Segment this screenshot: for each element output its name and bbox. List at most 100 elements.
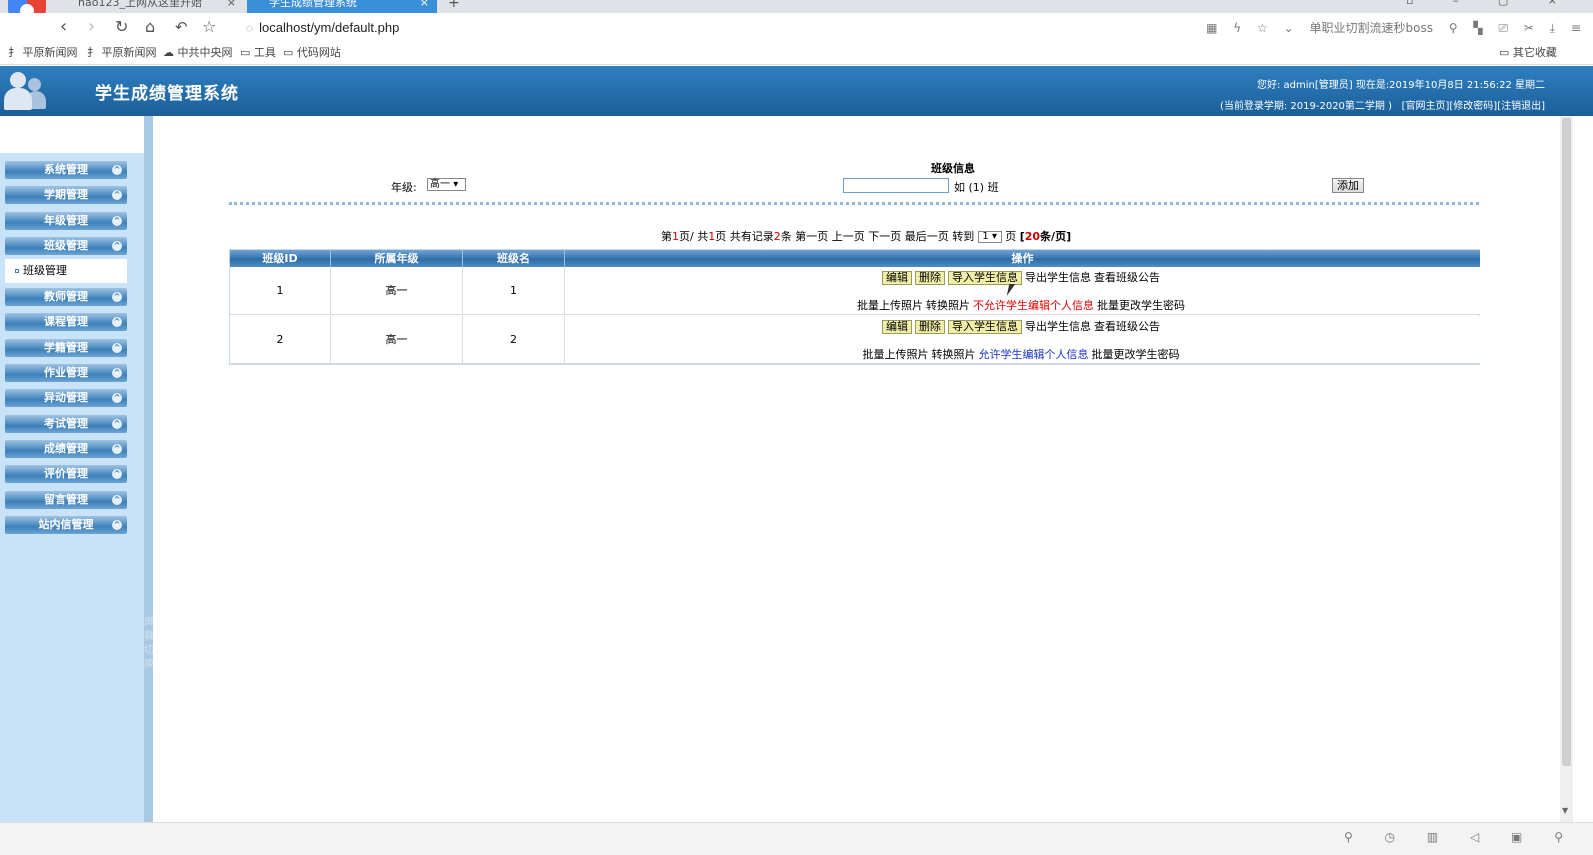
- edit-button[interactable]: 编辑: [882, 271, 912, 285]
- sidebar-toggle-divider[interactable]: 屏幕切换: [144, 116, 154, 822]
- menu-message[interactable]: 留言管理 ^: [5, 491, 127, 509]
- security-shield-icon: ◌: [246, 21, 254, 35]
- change-password-link[interactable]: [修改密码]: [1449, 101, 1497, 112]
- menu-change[interactable]: 异动管理 ^: [5, 389, 127, 407]
- edit-permission-toggle[interactable]: 不允许学生编辑个人信息: [973, 299, 1094, 312]
- scissors-icon[interactable]: ✂: [1524, 21, 1534, 35]
- table-row: 1 高一 1 编辑 删除 导入学生信息 导出学生信息 查看班级公告 批量上传照片 转换照片…: [230, 267, 1480, 315]
- header-grade: 所属年级: [331, 250, 463, 267]
- cell-class-name: 1: [463, 267, 565, 315]
- export-students-link[interactable]: 导出学生信息: [1025, 271, 1091, 284]
- screen-switch-label: 屏幕切换: [144, 617, 154, 670]
- browser-tab-hao123[interactable]: hao123_上网从这里开始 ×: [56, 0, 244, 13]
- logout-link[interactable]: [注销退出]: [1497, 101, 1545, 112]
- menu-homework[interactable]: 作业管理 ^: [5, 364, 127, 382]
- last-page-link[interactable]: 最后一页: [905, 230, 949, 243]
- menu-inbox[interactable]: 站内信管理 ^: [5, 516, 127, 534]
- bookmark-star-icon[interactable]: ☆: [202, 15, 216, 39]
- convert-photo-link[interactable]: 转换照片: [932, 348, 976, 361]
- menu-system[interactable]: 系统管理 ^: [5, 161, 127, 179]
- menu-course[interactable]: 课程管理 ^: [5, 313, 127, 331]
- view-notice-link[interactable]: 查看班级公告: [1094, 320, 1160, 333]
- chevron-up-icon: ^: [112, 444, 122, 454]
- qr-icon[interactable]: ▦: [1206, 21, 1217, 35]
- first-page-link[interactable]: 第一页: [795, 230, 828, 243]
- system-title: 学生成绩管理系统: [95, 84, 239, 104]
- bookmark-item[interactable]: ⺘ 平原新闻网: [87, 43, 157, 63]
- extension-link[interactable]: 单职业切割流速秒boss: [1309, 21, 1432, 35]
- undo-icon[interactable]: ↶: [175, 15, 188, 39]
- window-controls[interactable]: ▫ – ▢ ×: [1406, 0, 1575, 7]
- address-bar[interactable]: ◌ localhost/ym/default.php: [246, 18, 1146, 38]
- forward-icon[interactable]: ›: [88, 15, 95, 39]
- download-icon[interactable]: ⤓: [1550, 21, 1555, 35]
- import-students-button[interactable]: 导入学生信息: [948, 271, 1022, 285]
- chevron-up-icon: ^: [112, 292, 122, 302]
- batch-upload-photo-link[interactable]: 批量上传照片: [857, 299, 923, 312]
- bookmark-folder[interactable]: ▭ 工具: [240, 43, 276, 63]
- search-icon[interactable]: ⚲: [1449, 21, 1458, 35]
- apps-icon[interactable]: ▚: [1473, 21, 1482, 35]
- menu-teacher[interactable]: 教师管理 ^: [5, 288, 127, 306]
- menu-semester[interactable]: 学期管理 ^: [5, 186, 127, 204]
- screenshot-icon[interactable]: ⎚: [1498, 21, 1508, 35]
- table-row: 2 高一 2 编辑 删除 导入学生信息 导出学生信息 查看班级公告 批量上传照片 转换照片…: [230, 316, 1480, 364]
- export-students-link[interactable]: 导出学生信息: [1025, 320, 1091, 333]
- class-name-input[interactable]: [843, 178, 949, 193]
- edit-permission-toggle[interactable]: 允许学生编辑个人信息: [979, 348, 1089, 361]
- status-icons[interactable]: ⚲ ◷ ▥ ◁ ▣ ⚲: [1344, 830, 1577, 844]
- menu-exam[interactable]: 考试管理 ^: [5, 415, 127, 433]
- chevron-up-icon: ^: [112, 469, 122, 479]
- bookmark-item[interactable]: ☁ 中共中央网: [163, 43, 233, 63]
- grade-select[interactable]: 高一 ▾: [427, 178, 466, 191]
- main-content: 班级信息 年级: 高一 ▾ 如 (1) 班 添加 第1页/ 共1页 共有记录2条…: [153, 116, 1560, 822]
- scrollbar-thumb[interactable]: [1562, 118, 1571, 766]
- dropdown-icon[interactable]: ⌄: [1284, 21, 1294, 35]
- menu-grade[interactable]: 年级管理 ^: [5, 212, 127, 230]
- menu-score[interactable]: 成绩管理 ^: [5, 440, 127, 458]
- add-button[interactable]: 添加: [1332, 178, 1364, 193]
- view-notice-link[interactable]: 查看班级公告: [1094, 271, 1160, 284]
- delete-button[interactable]: 删除: [915, 271, 945, 285]
- convert-photo-link[interactable]: 转换照片: [926, 299, 970, 312]
- tab-label: 学生成绩管理系统: [269, 0, 357, 9]
- current-page: 1: [672, 230, 679, 243]
- browser-tab-active[interactable]: 学生成绩管理系统 ×: [247, 0, 437, 13]
- chevron-up-icon: ^: [112, 368, 122, 378]
- chevron-up-icon: ^: [112, 520, 122, 530]
- app-header: 学生成绩管理系统 您好: admin[管理员] 现在是:2019年10月8日 2…: [0, 66, 1593, 116]
- menu-class[interactable]: 班级管理 ^: [5, 237, 127, 255]
- page-title: 班级信息: [931, 162, 975, 175]
- tab-label: hao123_上网从这里开始: [78, 0, 202, 9]
- import-students-button[interactable]: 导入学生信息: [948, 320, 1022, 334]
- bookmark-folder[interactable]: ▭ 代码网站: [283, 43, 341, 63]
- home-link[interactable]: [官网主页]: [1402, 101, 1450, 112]
- batch-password-link[interactable]: 批量更改学生密码: [1092, 348, 1180, 361]
- favorite-icon[interactable]: ☆: [1257, 21, 1268, 35]
- scroll-down-arrow-icon[interactable]: ▼: [1562, 806, 1568, 815]
- tab-close-icon[interactable]: ×: [227, 0, 236, 11]
- menu-icon[interactable]: ≡: [1571, 21, 1581, 35]
- next-page-link[interactable]: 下一页: [868, 230, 901, 243]
- reload-icon[interactable]: ↻: [115, 15, 128, 39]
- other-bookmarks-folder[interactable]: ▭ 其它收藏: [1499, 43, 1557, 63]
- grade-label: 年级:: [391, 181, 417, 194]
- batch-password-link[interactable]: 批量更改学生密码: [1097, 299, 1185, 312]
- delete-button[interactable]: 删除: [915, 320, 945, 334]
- pagination: 第1页/ 共1页 共有记录2条 第一页 上一页 下一页 最后一页 转到 1 ▾ …: [661, 230, 1072, 243]
- bookmark-item[interactable]: ⺘ 平原新闻网: [8, 43, 78, 63]
- new-tab-button[interactable]: +: [448, 0, 460, 11]
- user-info: 您好: admin[管理员] 现在是:2019年10月8日 21:56:22 星…: [1220, 75, 1545, 117]
- menu-evaluation[interactable]: 评价管理 ^: [5, 465, 127, 483]
- batch-upload-photo-link[interactable]: 批量上传照片: [863, 348, 929, 361]
- back-icon[interactable]: ‹: [60, 15, 67, 39]
- edit-button[interactable]: 编辑: [882, 320, 912, 334]
- submenu-class-management[interactable]: 班级管理: [5, 259, 127, 283]
- menu-student-record[interactable]: 学籍管理 ^: [5, 339, 127, 357]
- prev-page-link[interactable]: 上一页: [832, 230, 865, 243]
- header-actions: 操作: [1011, 252, 1034, 265]
- flash-icon[interactable]: ϟ: [1233, 21, 1241, 35]
- home-icon[interactable]: ⌂: [145, 15, 155, 39]
- page-select[interactable]: 1 ▾: [977, 231, 1002, 243]
- tab-close-icon[interactable]: ×: [420, 0, 429, 11]
